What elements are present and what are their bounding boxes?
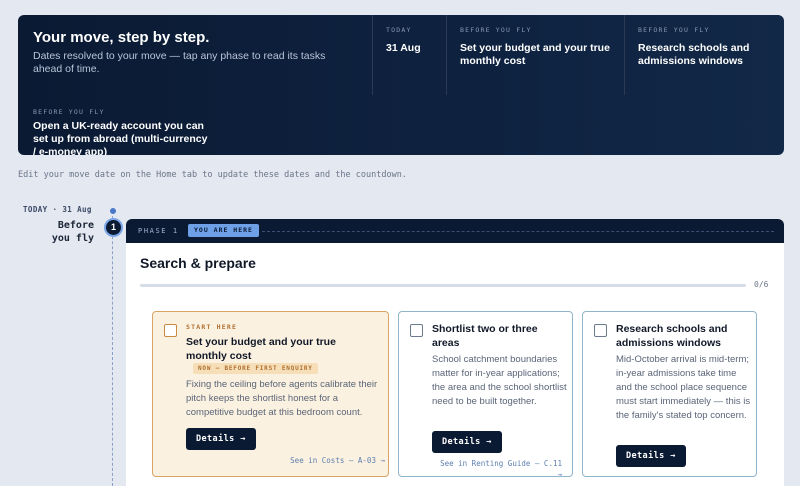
task-description: School catchment boundaries matter for i… xyxy=(432,354,567,407)
see-in-renting-guide-link[interactable]: See in Renting Guide — C.11 → xyxy=(432,458,562,480)
phase-panel: PHASE 1 YOU ARE HERE Search & prepare 0/… xyxy=(126,219,784,486)
see-in-costs-link[interactable]: See in Costs — A-03 → xyxy=(265,455,385,466)
today-label: TODAY xyxy=(386,26,412,34)
task-description: Mid-October arrival is mid-term; in-year… xyxy=(616,354,751,421)
task-card-budget[interactable]: START HERE Set your budget and your true… xyxy=(152,311,389,477)
task-checkbox[interactable] xyxy=(410,324,423,337)
phase-number-badge[interactable]: 1 xyxy=(104,218,123,237)
move-date-note: Edit your move date on the Home tab to u… xyxy=(18,170,407,180)
timeline-line xyxy=(112,216,113,486)
details-button[interactable]: Details → xyxy=(432,431,502,453)
phase-title: Search & prepare xyxy=(140,255,256,271)
phase-progress-bar xyxy=(140,284,746,287)
task-checkbox[interactable] xyxy=(594,324,607,337)
page-subtitle: Dates resolved to your move — tap any ph… xyxy=(33,50,326,75)
timeline-phase-name: Before you fly xyxy=(51,220,94,244)
schools-phase-label: BEFORE YOU FLY xyxy=(638,26,710,34)
task-description: Fixing the ceiling before agents calibra… xyxy=(186,379,378,418)
phase-header: PHASE 1 YOU ARE HERE xyxy=(126,219,784,243)
task-title: Research schools and admissions windows xyxy=(616,323,728,349)
schools-phase-column[interactable]: BEFORE YOU FLY Research schools and admi… xyxy=(624,15,784,95)
phase-label: PHASE 1 xyxy=(138,227,179,235)
you-are-here-badge: YOU ARE HERE xyxy=(188,224,259,237)
task-title: Set your budget and your true monthly co… xyxy=(186,336,336,362)
schools-phase-value: Research schools and admissions windows xyxy=(638,42,750,67)
task-title: Shortlist two or three areas xyxy=(432,323,538,349)
today-column[interactable]: TODAY 31 Aug xyxy=(372,15,446,95)
account-phase-value: Open a UK-ready account you can set up f… xyxy=(33,120,208,155)
budget-phase-column[interactable]: BEFORE YOU FLY Set your budget and your … xyxy=(446,15,624,95)
budget-phase-value: Set your budget and your true monthly co… xyxy=(460,42,610,67)
move-summary-banner: Your move, step by step. Dates resolved … xyxy=(18,15,784,155)
details-button[interactable]: Details → xyxy=(616,445,686,467)
budget-phase-label: BEFORE YOU FLY xyxy=(460,26,532,34)
page-title: Your move, step by step. xyxy=(33,29,210,46)
details-button[interactable]: Details → xyxy=(186,428,256,450)
timing-tag: NOW — BEFORE FIRST ENQUIRY xyxy=(193,363,318,374)
account-phase-label: BEFORE YOU FLY xyxy=(33,108,105,116)
task-card-research-schools[interactable]: Research schools and admissions windows … xyxy=(582,311,757,477)
phase-progress-count: 0/6 xyxy=(754,280,769,289)
today-value: 31 Aug xyxy=(386,42,421,54)
account-phase-item[interactable]: BEFORE YOU FLY Open a UK-ready account y… xyxy=(33,108,208,155)
start-here-label: START HERE xyxy=(186,323,238,331)
timeline-today-label: TODAY · 31 Aug xyxy=(23,205,92,214)
task-checkbox[interactable] xyxy=(164,324,177,337)
task-card-shortlist-areas[interactable]: Shortlist two or three areas School catc… xyxy=(398,311,573,480)
header-divider xyxy=(262,231,774,232)
today-marker-dot xyxy=(110,208,116,214)
